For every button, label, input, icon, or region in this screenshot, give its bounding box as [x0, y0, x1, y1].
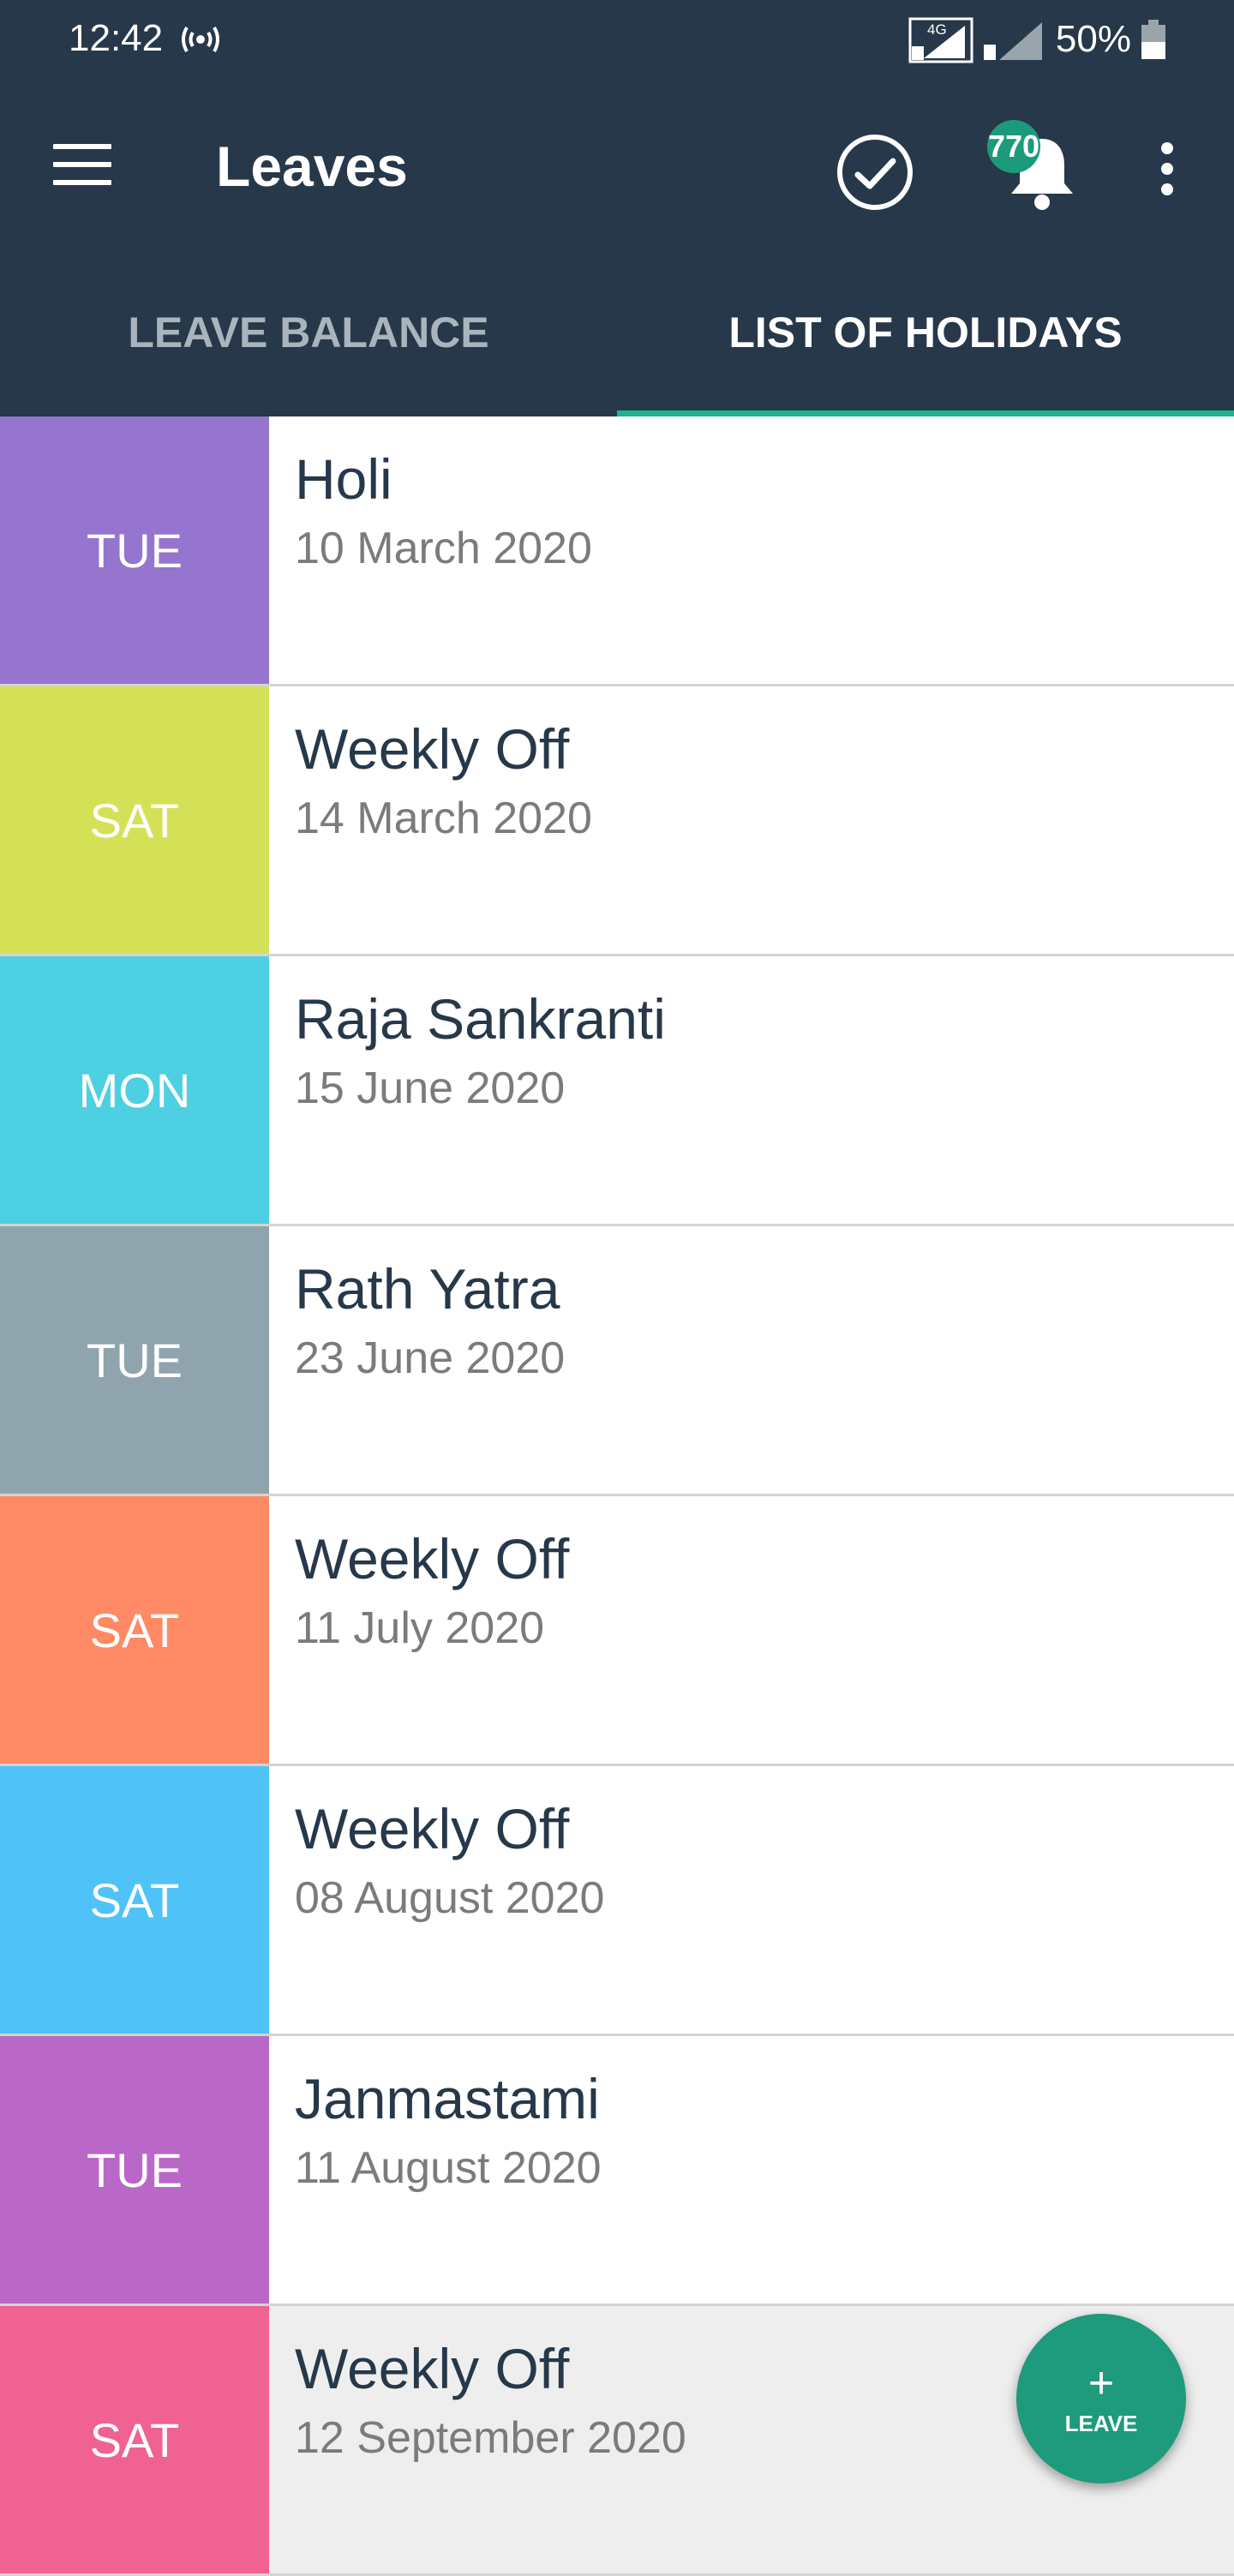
check-circle-icon[interactable] — [835, 132, 915, 213]
day-badge: SAT — [0, 2306, 269, 2573]
holiday-info: Weekly Off 14 March 2020 — [269, 686, 592, 954]
holiday-name: Weekly Off — [295, 1527, 570, 1591]
menu-icon[interactable] — [53, 144, 111, 189]
holiday-info: Weekly Off 08 August 2020 — [269, 1766, 604, 2034]
holiday-name: Weekly Off — [295, 2337, 570, 2400]
holiday-date: 11 July 2020 — [295, 1603, 545, 1653]
holiday-info: Weekly Off 12 September 2020 — [269, 2306, 686, 2573]
tab-bar: LEAVE BALANCE LIST OF HOLIDAYS — [0, 249, 1234, 416]
holiday-name: Weekly Off — [295, 1797, 570, 1860]
holiday-date: 10 March 2020 — [295, 524, 592, 573]
holiday-date: 08 August 2020 — [295, 1873, 605, 1923]
tab-list-of-holidays[interactable]: LIST OF HOLIDAYS — [617, 249, 1234, 416]
list-item[interactable]: MON Raja Sankranti 15 June 2020 — [0, 956, 1234, 1226]
holiday-info: Rath Yatra 23 June 2020 — [269, 1226, 565, 1494]
page-title: Leaves — [216, 135, 408, 198]
holiday-name: Rath Yatra — [295, 1257, 560, 1321]
holiday-info: Raja Sankranti 15 June 2020 — [269, 956, 666, 1224]
holiday-name: Janmastami — [295, 2067, 600, 2130]
fab-label: LEAVE — [1064, 2410, 1138, 2436]
list-item[interactable]: SAT Weekly Off 11 July 2020 — [0, 1496, 1234, 1766]
network-type-label: 4G — [927, 21, 947, 38]
sim2-signal-icon — [983, 22, 1042, 60]
holiday-info: Weekly Off 11 July 2020 — [269, 1496, 569, 1764]
more-vert-icon[interactable] — [1150, 142, 1184, 202]
status-bar: 12:42 4G 50% — [0, 0, 1234, 84]
list-item[interactable]: TUE Holi 10 March 2020 — [0, 416, 1234, 686]
day-badge: TUE — [0, 1226, 269, 1494]
day-badge: SAT — [0, 1496, 269, 1764]
holiday-info: Holi 10 March 2020 — [269, 416, 592, 684]
holiday-info: Janmastami 11 August 2020 — [269, 2036, 602, 2303]
day-badge: MON — [0, 956, 269, 1224]
holiday-date: 14 March 2020 — [295, 794, 592, 843]
holiday-date: 11 August 2020 — [295, 2143, 602, 2193]
holiday-name: Weekly Off — [295, 717, 570, 781]
list-item[interactable]: TUE Rath Yatra 23 June 2020 — [0, 1226, 1234, 1496]
battery-icon — [1141, 20, 1165, 59]
sim1-signal-icon: 4G — [908, 17, 973, 63]
day-badge: TUE — [0, 2036, 269, 2303]
app-bar: Leaves 770 — [0, 84, 1234, 249]
notification-badge: 770 — [987, 120, 1040, 173]
list-item[interactable]: SAT Weekly Off 14 March 2020 — [0, 686, 1234, 956]
hotspot-icon — [182, 27, 219, 52]
holiday-name: Raja Sankranti — [295, 987, 666, 1051]
holiday-date: 12 September 2020 — [295, 2413, 686, 2463]
day-badge: SAT — [0, 1766, 269, 2034]
list-item[interactable]: TUE Janmastami 11 August 2020 — [0, 2036, 1234, 2306]
day-badge: SAT — [0, 686, 269, 954]
status-icons: 4G 50% — [908, 15, 1167, 63]
day-badge: TUE — [0, 416, 269, 684]
status-time: 12:42 — [69, 17, 164, 59]
battery-percent: 50% — [1055, 18, 1131, 60]
list-item[interactable]: SAT Weekly Off 08 August 2020 — [0, 1766, 1234, 2036]
add-leave-button[interactable]: + LEAVE — [1016, 2314, 1186, 2483]
holiday-date: 15 June 2020 — [295, 1063, 566, 1113]
holiday-list: TUE Holi 10 March 2020 SAT Weekly Off 14… — [0, 416, 1234, 2576]
tab-leave-balance[interactable]: LEAVE BALANCE — [0, 249, 617, 416]
holiday-name: Holi — [295, 447, 392, 511]
holiday-date: 23 June 2020 — [295, 1333, 566, 1383]
plus-icon: + — [1087, 2357, 1115, 2408]
